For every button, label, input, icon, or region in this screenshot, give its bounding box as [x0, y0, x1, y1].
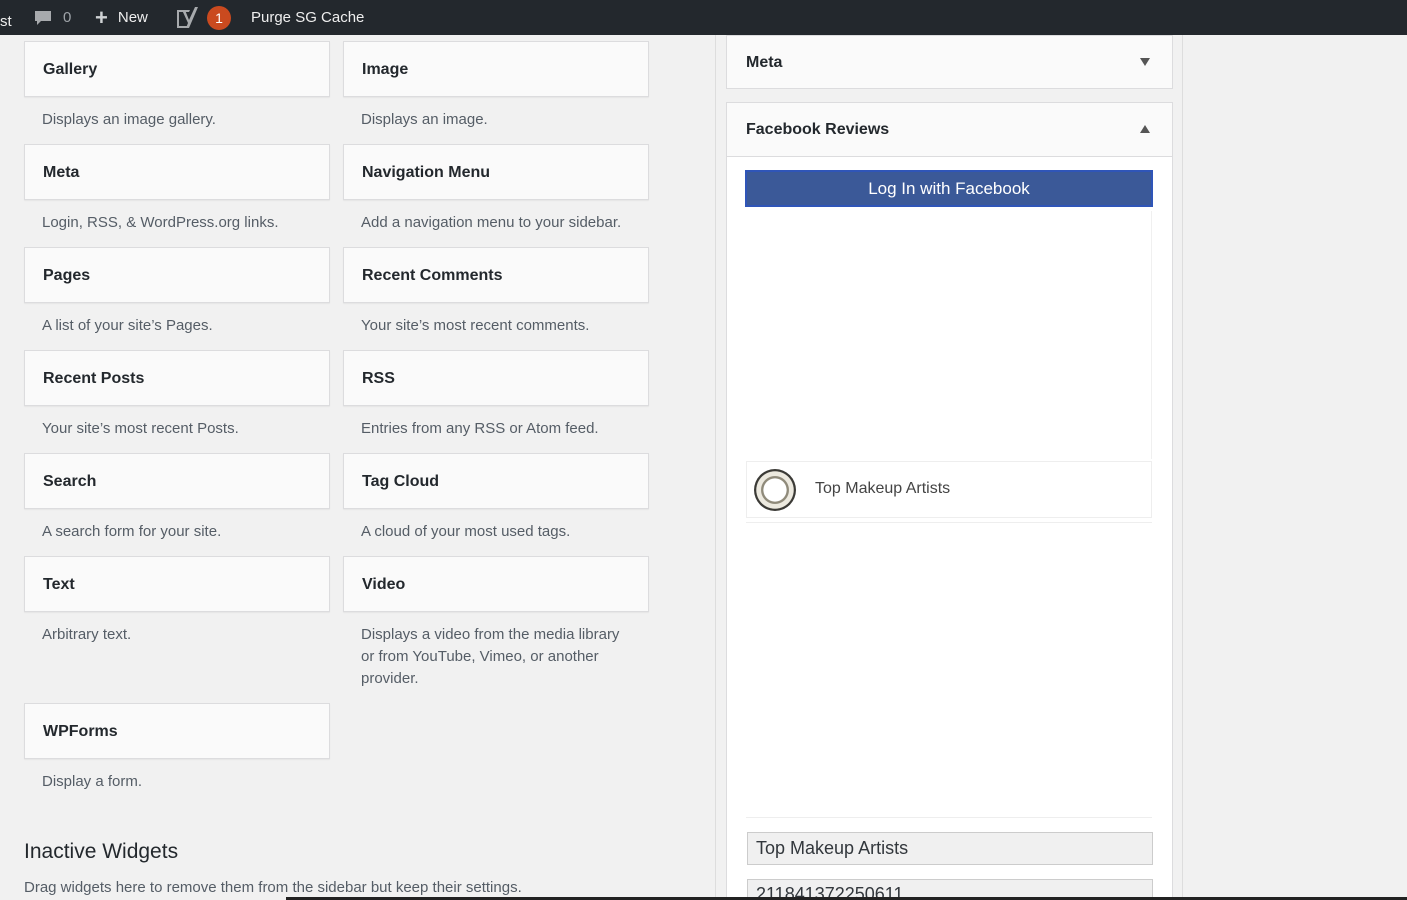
widget-gallery-desc: Displays an image gallery. [42, 111, 216, 128]
divider [746, 817, 1152, 818]
facebook-login-button[interactable]: Log In with Facebook [745, 170, 1153, 207]
plus-icon: + [95, 4, 108, 30]
inactive-widgets-desc: Drag widgets here to remove them from th… [24, 879, 522, 896]
admin-bar: st 0 + New 1 Purge SG Cache [0, 0, 1407, 35]
widget-meta-desc: Login, RSS, & WordPress.org links. [42, 214, 279, 231]
sidebar-widget-fb-title: Facebook Reviews [746, 121, 890, 138]
yoast-icon [177, 6, 198, 28]
widget-text-desc: Arbitrary text. [42, 626, 132, 643]
comments-count: 0 [63, 9, 72, 26]
facebook-page-item[interactable]: Top Makeup Artists [746, 461, 1152, 518]
widget-tag-cloud-desc: A cloud of your most used tags. [361, 523, 571, 540]
admin-bar-new[interactable]: + New [95, 0, 148, 35]
yoast-notification-badge: 1 [207, 5, 231, 30]
sidebar-widget-meta-title: Meta [746, 54, 783, 71]
widget-wpforms[interactable]: WPForms [24, 703, 330, 759]
page-list-blank-row [746, 397, 1152, 459]
widget-gallery[interactable]: Gallery [24, 41, 330, 97]
widget-navigation-menu-desc: Add a navigation menu to your sidebar. [361, 214, 622, 231]
widget-video[interactable]: Video [343, 556, 649, 612]
admin-bar-yoast[interactable]: 1 [176, 0, 231, 35]
widget-recent-posts[interactable]: Recent Posts [24, 350, 330, 406]
facebook-page-name: Top Makeup Artists [815, 480, 951, 497]
collapse-arrow-icon[interactable] [1140, 125, 1150, 133]
widget-wpforms-desc: Display a form. [42, 773, 143, 790]
page-avatar [754, 469, 796, 511]
widget-recent-comments-desc: Your site’s most recent comments. [361, 317, 590, 334]
widget-navigation-menu[interactable]: Navigation Menu [343, 144, 649, 200]
widget-rss-desc: Entries from any RSS or Atom feed. [361, 420, 599, 437]
widget-image[interactable]: Image [343, 41, 649, 97]
expand-arrow-icon[interactable] [1140, 58, 1150, 66]
sidebar-widget-facebook-reviews[interactable]: Facebook Reviews [726, 102, 1173, 157]
comment-bubble-icon [35, 10, 51, 25]
widget-recent-comments[interactable]: Recent Comments [343, 247, 649, 303]
widget-pages-desc: A list of your site’s Pages. [42, 317, 213, 334]
inactive-widgets-heading: Inactive Widgets [24, 840, 179, 863]
widget-recent-posts-desc: Your site’s most recent Posts. [42, 420, 239, 437]
widget-video-desc: Displays a video from the media library … [361, 626, 620, 687]
widget-tag-cloud[interactable]: Tag Cloud [343, 453, 649, 509]
page-list-blank-row [746, 335, 1152, 397]
widget-meta[interactable]: Meta [24, 144, 330, 200]
purge-sg-cache-button[interactable]: Purge SG Cache [251, 0, 364, 35]
widget-text[interactable]: Text [24, 556, 330, 612]
widget-title-input[interactable] [747, 832, 1153, 865]
new-label: New [117, 9, 148, 26]
sidebar-widget-meta[interactable]: Meta [726, 35, 1173, 89]
widget-image-desc: Displays an image. [361, 111, 488, 128]
page-list-blank-row [746, 273, 1152, 335]
widget-rss[interactable]: RSS [343, 350, 649, 406]
admin-bar-comments[interactable]: 0 [33, 0, 71, 35]
widget-pages[interactable]: Pages [24, 247, 330, 303]
page-list-blank-row [746, 211, 1152, 273]
divider [746, 522, 1152, 523]
admin-bar-cut-item[interactable]: st [0, 0, 12, 35]
widget-search-desc: A search form for your site. [42, 523, 222, 540]
widget-search[interactable]: Search [24, 453, 330, 509]
